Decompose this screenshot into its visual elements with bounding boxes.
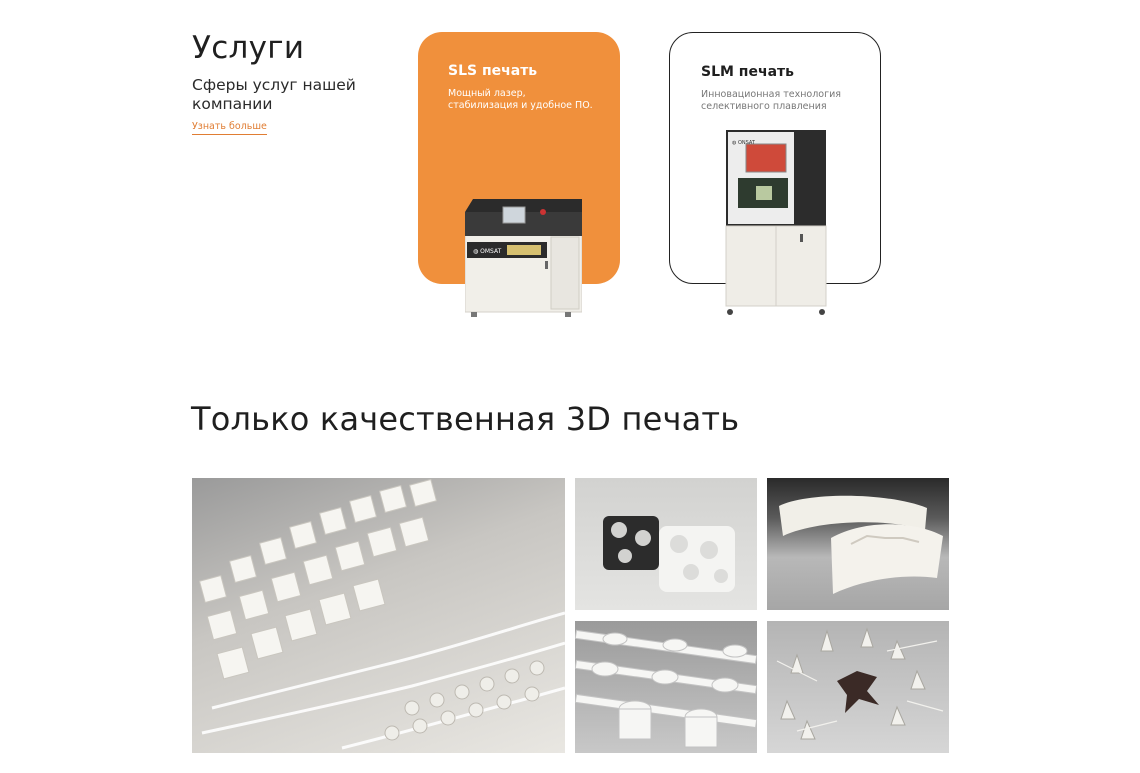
gallery-photo-lattice [192,478,565,753]
sls-card-description: Мощный лазер, стабилизация и удобное ПО. [448,88,593,111]
svg-text:◍ ONSAT: ◍ ONSAT [732,140,756,146]
gallery-photo-chain-parts [575,621,757,753]
gallery-photo-dental-models [767,478,949,610]
quality-section-title: Только качественная 3D печать [191,400,740,438]
gallery-photo-cubes [575,478,757,610]
services-title: Услуги [192,30,305,66]
services-subtitle: Сферы услуг нашей компании [192,76,356,113]
sls-card-title: SLS печать [448,63,538,79]
gallery-photo-dragon-figures [767,621,949,753]
learn-more-link[interactable]: Узнать больше [192,121,267,135]
slm-card-description: Инновационная технология селективного пл… [701,89,841,112]
slm-printer-image: ◍ ONSAT [722,130,828,316]
svg-text:◍ OMSAT: ◍ OMSAT [473,248,502,255]
slm-card-title: SLM печать [701,64,795,80]
sls-printer-image: ◍ OMSAT [464,197,583,319]
